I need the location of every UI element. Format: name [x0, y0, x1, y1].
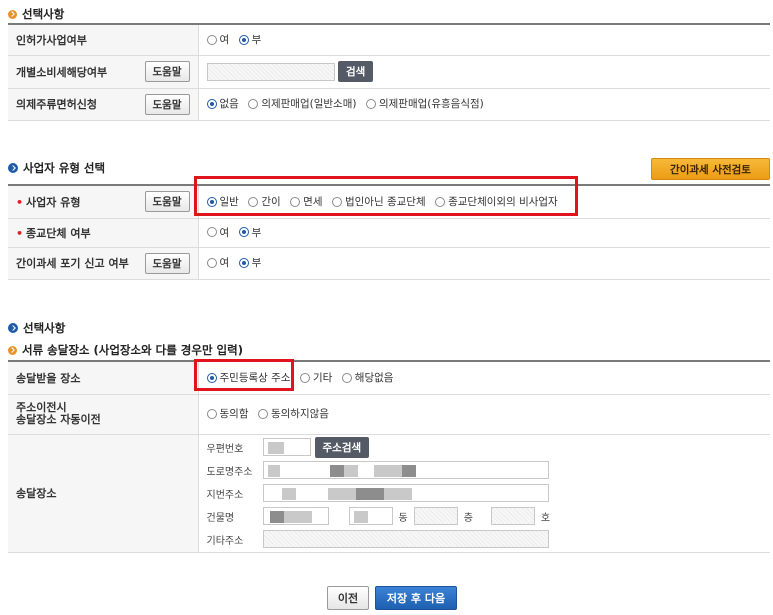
label-simple-waive: 간이과세 포기 신고 여부	[16, 257, 129, 270]
section2-title: 사업자 유형 선택	[8, 160, 105, 176]
ho-input[interactable]	[490, 507, 535, 525]
label-auto-transfer: 주소이전시 송달장소 자동이전	[8, 394, 199, 435]
row-auto-transfer: 주소이전시 송달장소 자동이전 동의함 동의하지않음	[8, 394, 770, 435]
label-address: 송달장소	[16, 487, 57, 500]
label-religious: • 종교단체 여부	[16, 226, 91, 240]
building-row: 건물명 동 층 호	[207, 505, 763, 528]
label-licensed: 인허가사업여부	[8, 24, 199, 56]
road-row: 도로명주소	[207, 459, 763, 482]
bullet-icon	[8, 163, 18, 173]
row-excise: 개별소비세해당여부 도움말 검색	[8, 55, 770, 89]
optional-table: 인허가사업여부 여 부 개별소비세해당여부 도움말 검색 의제주류면허신청 도움말 …	[8, 23, 770, 121]
floor-unit: 층	[463, 512, 473, 524]
radio-waive-no[interactable]: 부	[238, 255, 261, 270]
postal-label: 우편번호	[206, 443, 244, 455]
postal-row: 우편번호 주소검색	[207, 436, 763, 459]
row-address: 송달장소 우편번호 주소검색 도로명주소 지번주소 건물명 동 층 호 기타주소	[8, 434, 770, 553]
radio-liquor-retail[interactable]: 의제판매업(일반소매)	[248, 96, 356, 111]
radio-liquor-none[interactable]: 없음	[206, 96, 239, 111]
address-search-button[interactable]: 주소검색	[314, 436, 370, 458]
other-address-input[interactable]	[262, 530, 549, 548]
radio-religious-yes[interactable]: 여	[206, 225, 229, 240]
row-liquor: 의제주류면허신청 도움말 없음 의제판매업(일반소매) 의제판매업(유흥음식점)	[8, 88, 770, 121]
label-delivery-place: 송달받을 장소	[16, 371, 81, 385]
dong-input[interactable]	[348, 507, 393, 525]
help-button-biz-type[interactable]: 도움말	[144, 191, 190, 213]
building-input[interactable]	[262, 507, 329, 525]
prev-button[interactable]: 이전	[327, 586, 369, 610]
radio-transfer-disagree[interactable]: 동의하지않음	[257, 406, 329, 421]
bullet-icon	[8, 323, 18, 333]
excise-input[interactable]	[206, 62, 335, 81]
floor-input[interactable]	[413, 507, 458, 525]
help-button-excise[interactable]: 도움말	[144, 61, 190, 82]
help-button-simple-waive[interactable]: 도움말	[144, 252, 190, 274]
road-address-input[interactable]	[262, 461, 549, 479]
bullet-icon	[8, 345, 17, 355]
lot-address-input[interactable]	[262, 484, 549, 502]
other-label: 기타주소	[206, 535, 244, 547]
lot-label: 지번주소	[206, 489, 244, 501]
label-biz-type: • 사업자 유형	[16, 195, 81, 209]
road-label: 도로명주소	[206, 466, 253, 478]
section3-subtitle: 서류 송달장소 (사업장소와 다를 경우만 입력)	[8, 342, 243, 358]
simple-tax-precheck-button[interactable]: 간이과세 사전검토	[651, 158, 770, 180]
label-excise: 개별소비세해당여부	[16, 65, 108, 79]
dong-unit: 동	[398, 512, 408, 524]
section1-title: 선택사항	[8, 6, 64, 22]
lot-row: 지번주소	[207, 482, 763, 505]
radio-waive-yes[interactable]: 여	[206, 255, 229, 270]
row-delivery-place: 송달받을 장소 주민등록상 주소 기타 해당없음	[8, 361, 770, 395]
radio-liquor-entertain[interactable]: 의제판매업(유흥음식점)	[365, 96, 484, 111]
radio-delivery-none[interactable]: 해당없음	[341, 370, 393, 385]
row-religious: • 종교단체 여부 여 부	[8, 218, 770, 248]
save-next-button[interactable]: 저장 후 다음	[375, 586, 457, 610]
section3-title: 선택사항	[8, 320, 65, 336]
highlight-box-biz-type	[194, 176, 578, 216]
postal-input[interactable]	[262, 438, 311, 456]
radio-transfer-agree[interactable]: 동의함	[206, 406, 248, 421]
ho-unit: 호	[540, 512, 551, 524]
radio-licensed-yes[interactable]: 여	[206, 32, 229, 47]
row-simple-waive: 간이과세 포기 신고 여부 도움말 여 부	[8, 247, 770, 280]
radio-religious-no[interactable]: 부	[238, 225, 261, 240]
radio-delivery-other[interactable]: 기타	[299, 370, 332, 385]
highlight-box-delivery	[194, 359, 294, 391]
delivery-table: 송달받을 장소 주민등록상 주소 기타 해당없음 주소이전시 송달장소 자동이전…	[8, 360, 770, 553]
label-liquor: 의제주류면허신청	[16, 98, 97, 111]
radio-licensed-no[interactable]: 부	[238, 32, 261, 47]
bullet-icon	[8, 9, 17, 19]
other-row: 기타주소	[207, 528, 763, 551]
building-label: 건물명	[206, 512, 235, 524]
row-licensed: 인허가사업여부 여 부	[8, 24, 770, 56]
excise-search-button[interactable]: 검색	[338, 61, 374, 82]
help-button-liquor[interactable]: 도움말	[144, 93, 190, 115]
